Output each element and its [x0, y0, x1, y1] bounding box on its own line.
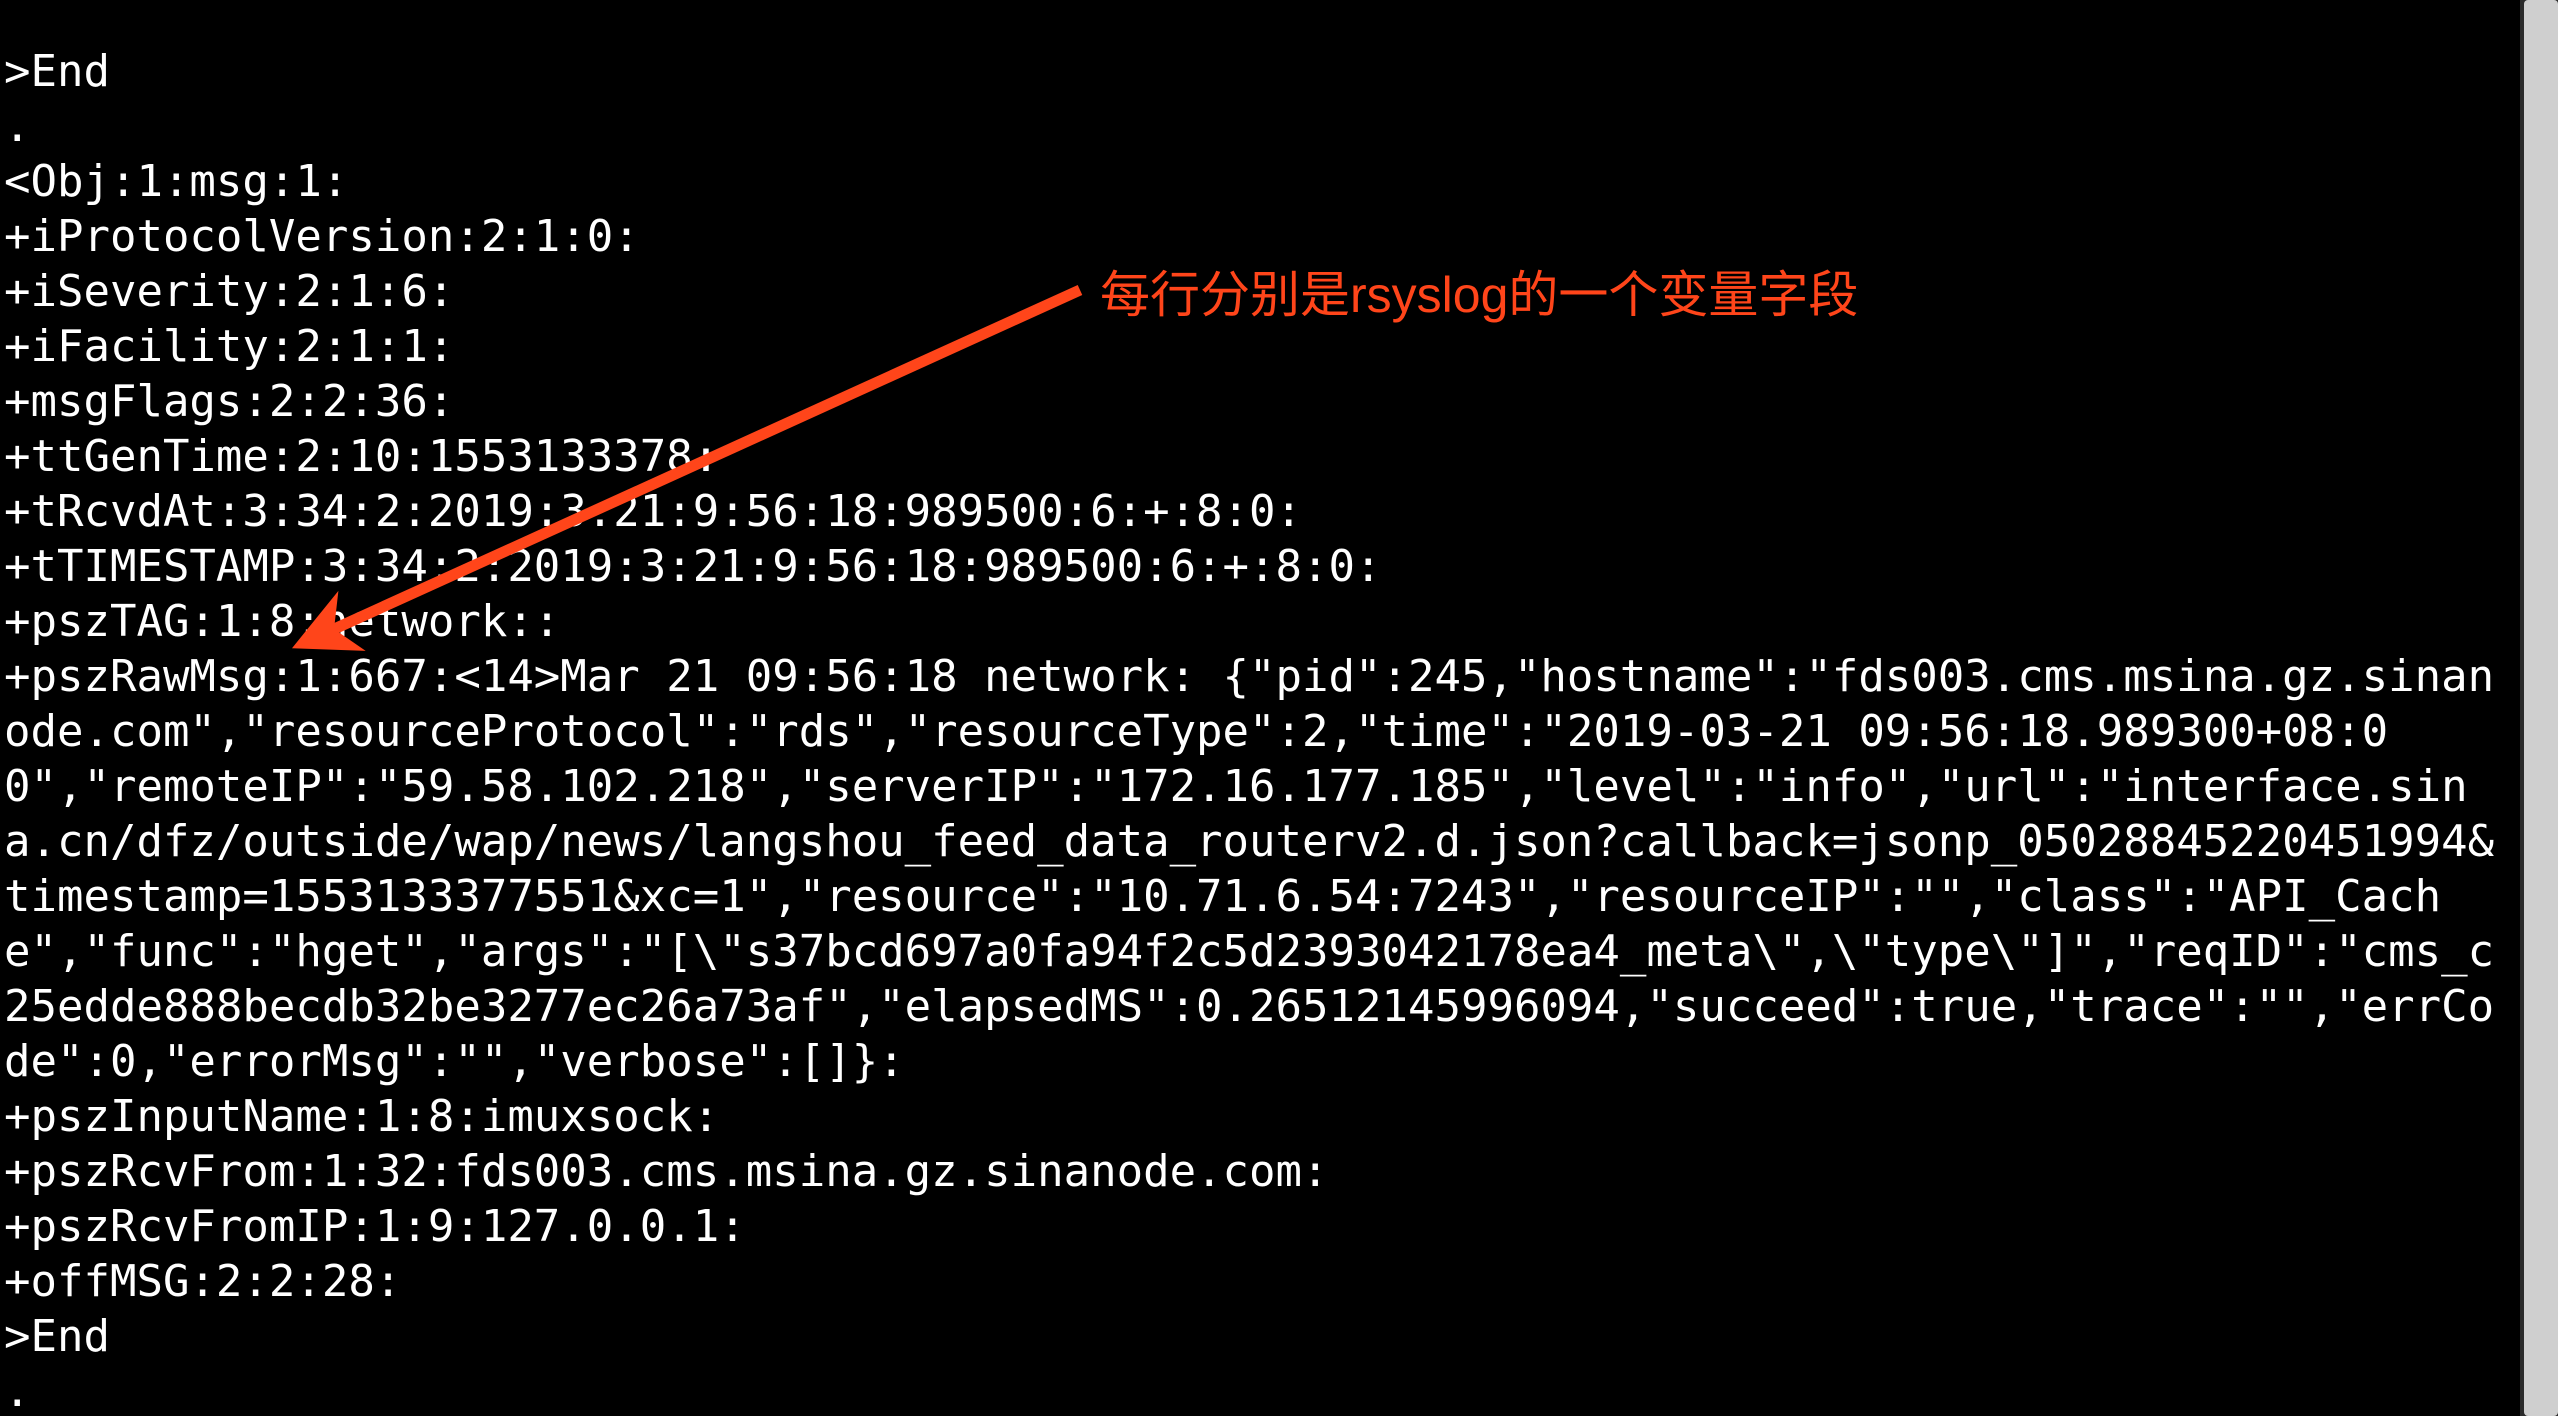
terminal-viewport: >End . <Obj:1:msg:1: +iProtocolVersion:2…	[0, 0, 2558, 1416]
annotation-label: 每行分别是rsyslog的一个变量字段	[1100, 255, 1858, 327]
terminal-output[interactable]: >End . <Obj:1:msg:1: +iProtocolVersion:2…	[0, 44, 2520, 1416]
scrollbar-track[interactable]	[2520, 0, 2558, 1416]
scrollbar-thumb[interactable]	[2524, 0, 2558, 1416]
